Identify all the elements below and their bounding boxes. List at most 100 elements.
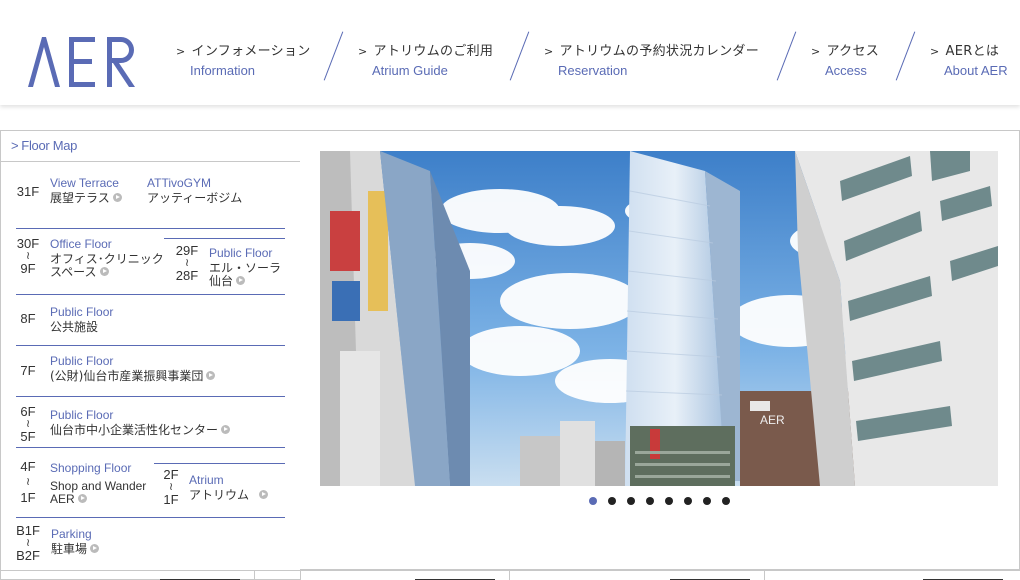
floor-bottom: B2F	[16, 548, 40, 563]
nav-reservation[interactable]: > アトリウムの予約状況カレンダー Reservation	[544, 40, 759, 78]
slider-dot[interactable]	[646, 497, 654, 505]
bottom-cell[interactable]	[765, 571, 1020, 580]
floor-name: 公共施設	[50, 320, 99, 334]
nav-arrow-icon: >	[358, 45, 368, 58]
site-header: > インフォメーション Information > アトリウムのご利用 Atrium…	[0, 0, 1020, 105]
floor-range-b1-b2: B1F ≀ B2F	[13, 524, 43, 562]
floor-link-office[interactable]: オフィス･クリニック スペース	[50, 253, 164, 279]
floor-range-30-9: 30F ≀ 9F	[15, 237, 41, 275]
nav-arrow-icon: >	[930, 45, 940, 58]
nav-arrow-icon: >	[176, 45, 186, 58]
nav-divider	[895, 31, 916, 81]
floor-top: 29F	[175, 243, 199, 258]
slider-dot[interactable]	[703, 497, 711, 505]
nav-label-jp: アクセス	[826, 44, 880, 59]
slider-dot[interactable]	[665, 497, 673, 505]
floor-divider	[16, 294, 285, 295]
nav-label-jp: アトリウムの予約状況カレンダー	[559, 44, 760, 59]
slider-dot[interactable]	[627, 497, 635, 505]
floor-name: 駐車場	[51, 542, 88, 556]
floor-range-4-1: 4F ≀ 1F	[15, 460, 41, 504]
floor-divider	[16, 396, 285, 397]
floor-link-atrium[interactable]: アトリウム	[189, 488, 269, 502]
slider-dot[interactable]	[608, 497, 616, 505]
floor-bottom: 9F	[20, 261, 36, 276]
bottom-cell[interactable]	[510, 571, 765, 580]
nav-label-en: Reservation	[558, 63, 628, 78]
nav-about[interactable]: > AERとは About AER	[930, 40, 1008, 78]
floor-map-panel: > Floor Map 31F View Terrace 展望テラス ATTivo…	[0, 130, 301, 580]
arrow-circle-icon	[77, 494, 87, 504]
floor-link-public[interactable]: 公共施設	[50, 321, 98, 334]
floor-divider	[16, 228, 285, 229]
floor-range-29-28: 29F ≀ 28F	[174, 244, 200, 282]
floor-bottom: 28F	[175, 268, 199, 283]
nav-divider	[323, 31, 344, 81]
floor-category: Shopping Floor	[50, 461, 132, 475]
floor-link-shop-and-wander[interactable]: Shop and Wander AER	[50, 480, 146, 506]
slider-dot[interactable]	[722, 497, 730, 505]
arrow-circle-icon	[90, 544, 100, 553]
arrow-circle-icon	[112, 193, 122, 202]
nav-information[interactable]: > インフォメーション Information	[176, 40, 311, 78]
floor-range-2-1: 2F ≀ 1F	[158, 468, 184, 506]
floor-map-heading[interactable]: > Floor Map	[1, 131, 300, 162]
floor-category: Public Floor	[50, 305, 114, 319]
nav-label-en: Atrium Guide	[372, 63, 448, 78]
aer-logo[interactable]	[28, 34, 140, 90]
arrow-circle-icon	[236, 276, 246, 285]
floor-category: View Terrace	[50, 176, 119, 190]
building-sign: AER	[760, 413, 785, 427]
slider-dot[interactable]	[589, 497, 597, 505]
nav-arrow-icon: >	[811, 45, 821, 58]
floor-link-el-sola[interactable]: エル・ソーラ 仙台	[209, 262, 281, 288]
floor-name: 展望テラス	[50, 191, 110, 205]
chevron-right-icon: >	[11, 138, 19, 153]
bottom-links-row	[0, 570, 1020, 580]
arrow-circle-icon	[221, 425, 231, 434]
nav-label-en: Information	[190, 63, 256, 78]
nav-label-en: About AER	[944, 63, 1008, 78]
floor-name: (公財)仙台市産業振興事業団	[50, 369, 204, 383]
floor-name: アトリウム	[189, 488, 250, 502]
arrow-circle-icon	[259, 490, 269, 499]
bottom-cell[interactable]	[0, 571, 255, 580]
floor-divider	[154, 463, 285, 464]
hero-slide-image[interactable]: AER	[320, 151, 998, 486]
floor-bottom: 1F	[20, 490, 36, 505]
floor-top: 4F	[20, 459, 36, 474]
nav-atrium-guide[interactable]: > アトリウムのご利用 Atrium Guide	[358, 40, 493, 78]
nav-access[interactable]: > アクセス Access	[811, 40, 879, 78]
range-tilde: ≀	[25, 476, 31, 488]
floor-category: ATTivoGYM	[147, 176, 212, 190]
floor-name: アッティーボジム	[147, 191, 243, 205]
bottom-cell[interactable]	[255, 571, 510, 580]
arrow-circle-icon	[99, 267, 109, 276]
floor-name: スペース	[50, 265, 97, 279]
floor-name: 仙台	[209, 274, 234, 288]
floor-category: Office Floor	[50, 237, 112, 251]
floor-link-view-terrace[interactable]: 展望テラス	[50, 192, 122, 205]
floor-label-31f: 31F	[16, 184, 40, 199]
floor-link-sangyo[interactable]: (公財)仙台市産業振興事業団	[50, 369, 216, 383]
floor-link-sme-center[interactable]: 仙台市中小企業活性化センター	[50, 424, 231, 437]
floor-name: AER	[50, 492, 75, 506]
nav-label-jp: AERとは	[945, 44, 1000, 59]
floor-category: Public Floor	[209, 246, 273, 260]
nav-divider	[509, 31, 530, 81]
floor-range-6-5: 6F ≀ 5F	[15, 405, 41, 443]
floor-category: Atrium	[189, 473, 224, 487]
nav-label-jp: アトリウムのご利用	[373, 44, 494, 59]
floor-bottom: 5F	[20, 429, 36, 444]
slider-dot[interactable]	[684, 497, 692, 505]
slider-pagination	[300, 497, 1019, 507]
floor-divider	[16, 345, 285, 346]
floor-map-title: Floor Map	[21, 138, 78, 153]
floor-divider	[16, 517, 285, 518]
nav-arrow-icon: >	[544, 45, 554, 58]
floor-link-gym[interactable]: アッティーボジム	[147, 192, 242, 205]
floor-link-parking[interactable]: 駐車場	[51, 542, 100, 556]
floor-divider	[164, 238, 285, 239]
floor-label-7f: 7F	[20, 363, 36, 378]
floor-bottom: 1F	[163, 492, 179, 507]
